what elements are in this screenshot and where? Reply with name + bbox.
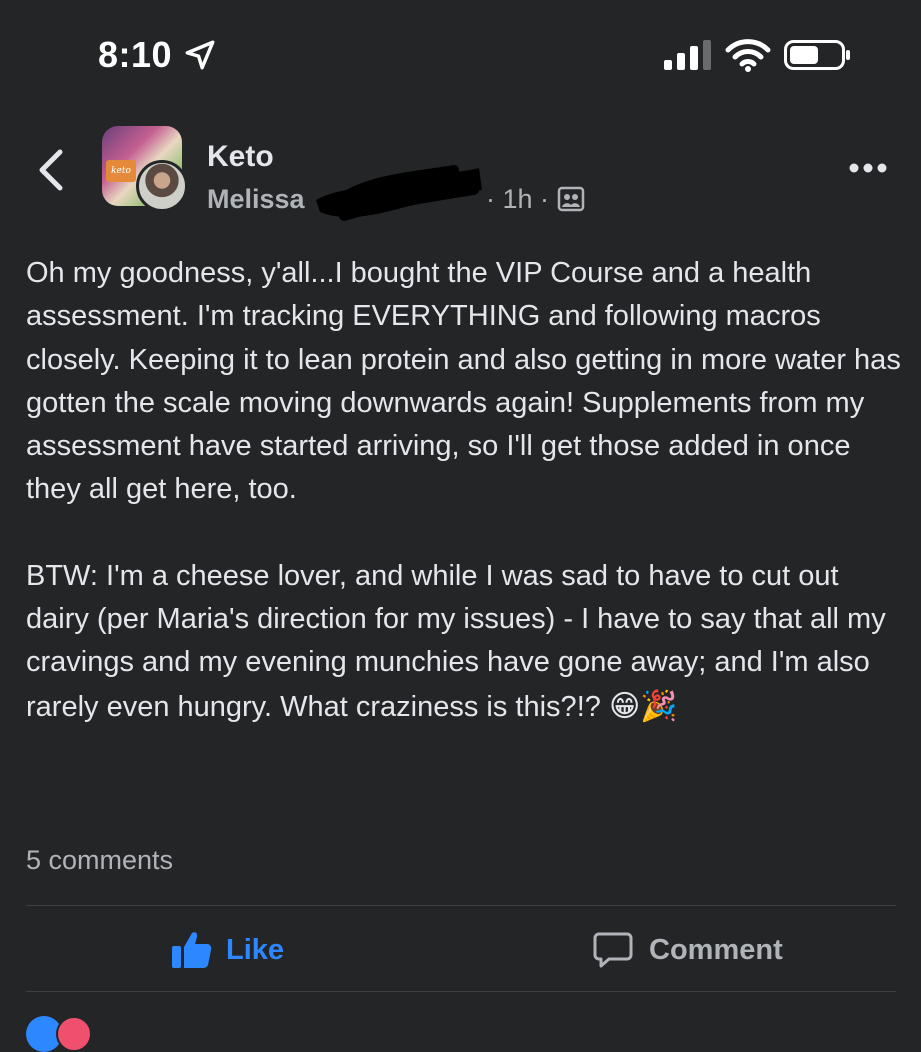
post-body: Oh my goodness, y'all...I bought the VIP… — [26, 252, 906, 729]
group-name[interactable]: Keto — [207, 140, 274, 174]
comment-button[interactable]: Comment — [593, 925, 783, 975]
wifi-icon — [725, 39, 771, 72]
post-paragraph-1: Oh my goodness, y'all...I bought the VIP… — [26, 257, 901, 506]
comment-label: Comment — [649, 933, 783, 966]
author-name[interactable]: Melissa — [207, 184, 305, 215]
divider-top — [26, 905, 896, 906]
comments-count[interactable]: 5 comments — [26, 845, 173, 876]
like-button[interactable]: Like — [170, 925, 284, 975]
redaction-scribble — [316, 165, 482, 221]
emoji-grin-party: 😁🎉 — [608, 688, 678, 724]
avatar-group[interactable]: keto — [102, 126, 192, 212]
post-paragraph-2-text: BTW: I'm a cheese lover, and while I was… — [26, 559, 886, 723]
post-paragraph-2: BTW: I'm a cheese lover, and while I was… — [26, 555, 906, 729]
group-members-icon — [557, 186, 585, 212]
love-reaction-icon — [56, 1016, 92, 1052]
battery-icon — [784, 40, 850, 70]
more-options-icon[interactable] — [848, 158, 888, 178]
comment-bubble-icon — [593, 932, 633, 968]
signal-bars-icon — [664, 40, 711, 70]
status-time: 8:10 — [98, 34, 173, 75]
back-chevron-icon[interactable] — [36, 148, 66, 192]
divider-bottom — [26, 991, 896, 992]
thumbs-up-icon — [172, 932, 212, 968]
location-arrow-icon — [185, 40, 215, 70]
like-label: Like — [226, 933, 285, 966]
user-avatar[interactable] — [136, 160, 188, 212]
avatar-tag: keto — [106, 160, 136, 182]
post-timestamp: · 1h · — [486, 184, 550, 214]
